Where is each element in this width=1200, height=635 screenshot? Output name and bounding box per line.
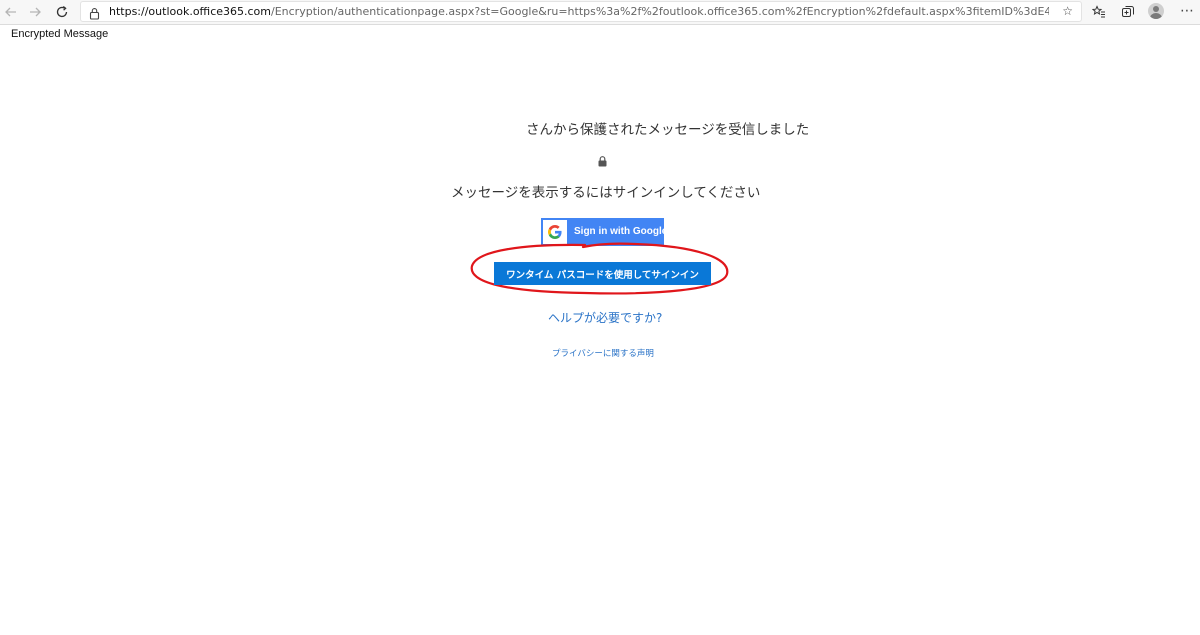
favorites-icon[interactable] — [1090, 3, 1108, 21]
lock-icon[interactable] — [89, 5, 100, 24]
browser-toolbar: https://outlook.office365.com/Encryption… — [0, 0, 1200, 25]
otp-button-label: ワンタイム パスコードを使用してサインイン — [506, 269, 699, 281]
instruction-text: メッセージを表示するにはサインインしてください — [451, 185, 761, 201]
profile-icon[interactable] — [1148, 3, 1164, 19]
headline-text: さんから保護されたメッセージを受信しました — [526, 122, 810, 138]
refresh-icon[interactable] — [53, 3, 71, 21]
lock-icon — [598, 152, 607, 171]
url-path: /Encryption/authenticationpage.aspx?st=G… — [271, 5, 1049, 18]
url-host: https://outlook.office365.com — [109, 5, 271, 18]
star-icon[interactable]: ☆ — [1062, 4, 1073, 18]
url-text[interactable]: https://outlook.office365.com/Encryption… — [109, 5, 1049, 19]
back-arrow-icon[interactable] — [2, 3, 20, 21]
forward-arrow-icon[interactable] — [26, 3, 44, 21]
privacy-statement-link[interactable]: プライバシーに関する声明 — [552, 347, 654, 359]
sign-in-with-google-button[interactable]: Sign in with Google — [541, 218, 668, 246]
page-title: Encrypted Message — [11, 28, 109, 40]
address-bar[interactable]: https://outlook.office365.com/Encryption… — [80, 1, 1082, 22]
google-logo-icon — [543, 220, 567, 244]
google-button-label: Sign in with Google — [574, 226, 668, 237]
one-time-passcode-sign-in-button[interactable]: ワンタイム パスコードを使用してサインイン — [494, 262, 711, 285]
help-link[interactable]: ヘルプが必要ですか? — [548, 309, 662, 326]
collections-icon[interactable] — [1119, 3, 1137, 21]
menu-icon[interactable]: ⋯ — [1180, 3, 1195, 19]
